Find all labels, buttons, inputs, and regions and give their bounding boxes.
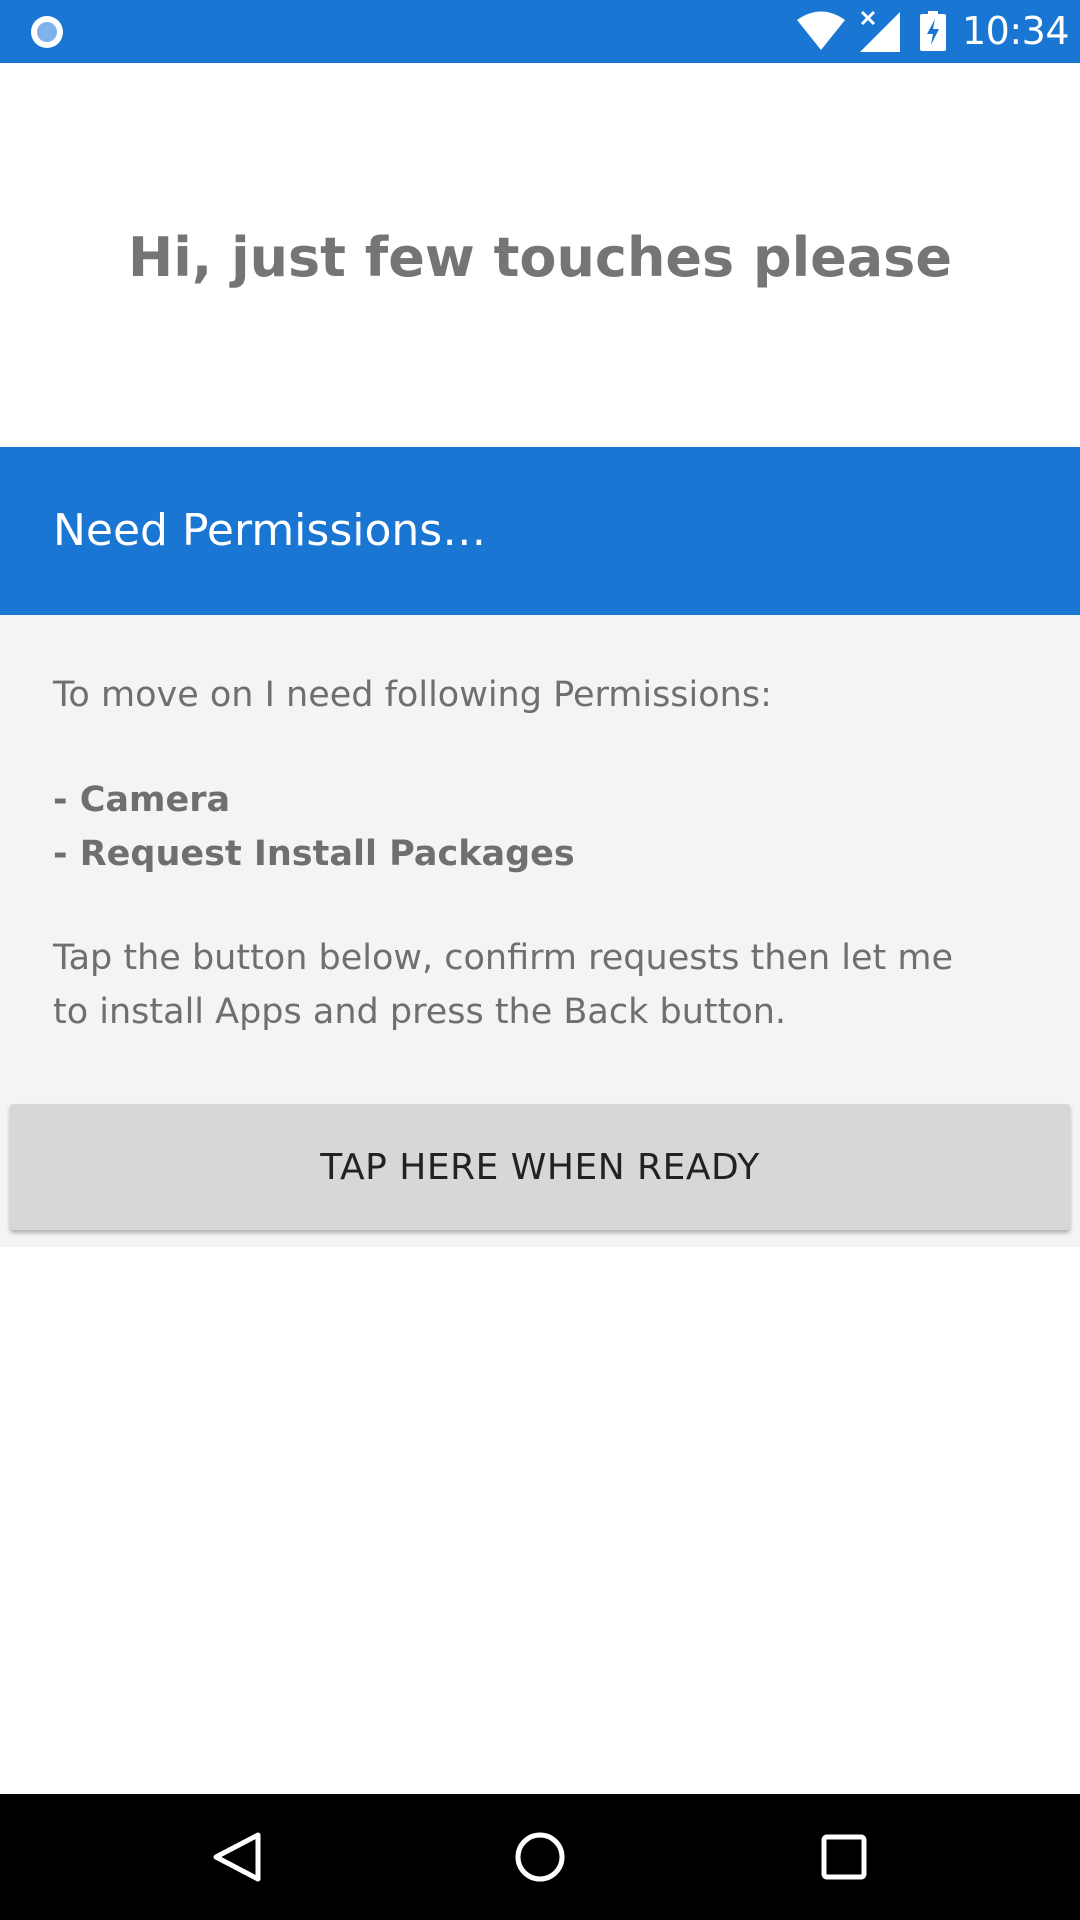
status-time: 10:34 <box>962 9 1070 53</box>
page-title: Hi, just few touches please <box>128 226 952 289</box>
permissions-header: Need Permissions… <box>0 447 1080 615</box>
permissions-header-title: Need Permissions… <box>53 505 487 556</box>
back-icon[interactable] <box>206 1827 266 1887</box>
permission-item-camera: - Camera <box>53 780 231 820</box>
wifi-icon <box>797 11 845 50</box>
notification-dot-icon <box>31 16 63 48</box>
signal-no-data-icon <box>860 10 900 52</box>
battery-charging-icon <box>920 11 946 51</box>
intro-text: To move on I need following Permissions: <box>53 675 772 715</box>
permission-item-install-packages: - Request Install Packages <box>53 834 575 874</box>
recents-icon[interactable] <box>814 1827 874 1887</box>
navigation-bar <box>0 1794 1080 1920</box>
instructions-text: Tap the button below, confirm requests t… <box>53 938 954 1032</box>
tap-when-ready-button[interactable]: TAP HERE WHEN READY <box>10 1104 1070 1230</box>
home-icon[interactable] <box>510 1827 570 1887</box>
status-bar: 10:34 <box>0 0 1080 63</box>
